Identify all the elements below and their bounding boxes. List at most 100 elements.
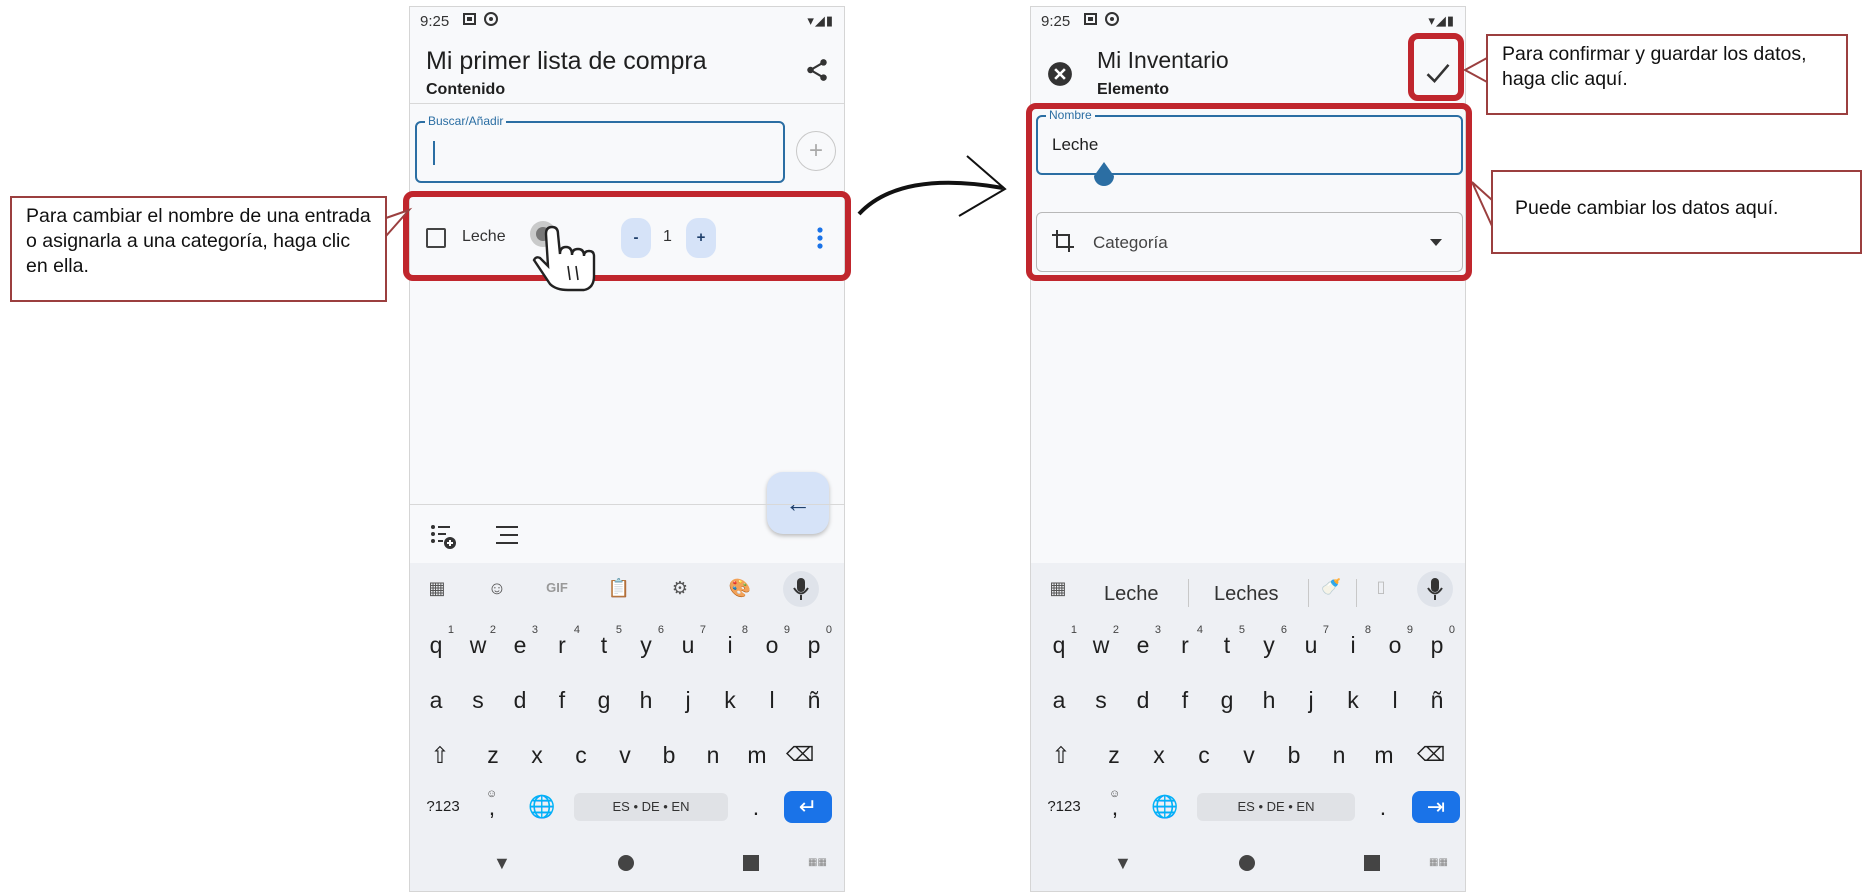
backspace-key[interactable]: ⌫ bbox=[1411, 733, 1451, 777]
symbols-key[interactable]: ?123 bbox=[1039, 785, 1089, 829]
letter-key-b[interactable]: b bbox=[649, 733, 689, 777]
letter-key-v[interactable]: v bbox=[1229, 733, 1269, 777]
letter-key-u[interactable]: u7 bbox=[1291, 623, 1331, 667]
letter-key-f[interactable]: f bbox=[542, 678, 582, 722]
letter-key-k[interactable]: k bbox=[1333, 678, 1373, 722]
letter-key-y[interactable]: y6 bbox=[1249, 623, 1289, 667]
nav-recents-icon[interactable] bbox=[743, 855, 759, 871]
letter-key-j[interactable]: j bbox=[1291, 678, 1331, 722]
close-icon[interactable] bbox=[1047, 61, 1073, 87]
next-field-key[interactable]: ⇥ bbox=[1412, 791, 1460, 823]
letter-key-l[interactable]: l bbox=[1375, 678, 1415, 722]
letter-key-l[interactable]: l bbox=[752, 678, 792, 722]
letter-key-n[interactable]: n bbox=[1319, 733, 1359, 777]
letter-key-b[interactable]: b bbox=[1274, 733, 1314, 777]
letter-key-r[interactable]: r4 bbox=[542, 623, 582, 667]
clipboard-icon[interactable]: 📋 bbox=[602, 571, 636, 605]
letter-key-o[interactable]: o9 bbox=[1375, 623, 1415, 667]
letter-key-p[interactable]: p0 bbox=[1417, 623, 1457, 667]
nav-recents-icon[interactable] bbox=[1364, 855, 1380, 871]
letter-key-g[interactable]: g bbox=[584, 678, 624, 722]
letter-key-d[interactable]: d bbox=[500, 678, 540, 722]
letter-key-c[interactable]: c bbox=[1184, 733, 1224, 777]
letter-key-j[interactable]: j bbox=[668, 678, 708, 722]
page-subtitle: Contenido bbox=[426, 81, 506, 98]
shift-key[interactable]: ⇧ bbox=[420, 733, 460, 777]
nav-back-icon[interactable]: ▼ bbox=[1114, 853, 1132, 874]
nav-home-icon[interactable] bbox=[618, 855, 634, 871]
mic-button[interactable] bbox=[783, 571, 819, 607]
letter-key-i[interactable]: i8 bbox=[1333, 623, 1373, 667]
suggestion-2[interactable]: Leches bbox=[1214, 583, 1279, 606]
add-list-icon[interactable] bbox=[430, 522, 458, 550]
letter-key-f[interactable]: f bbox=[1165, 678, 1205, 722]
shift-key[interactable]: ⇧ bbox=[1041, 733, 1081, 777]
letter-key-m[interactable]: m bbox=[1364, 733, 1404, 777]
letter-key-t[interactable]: t5 bbox=[1207, 623, 1247, 667]
backspace-key[interactable]: ⌫ bbox=[780, 733, 820, 777]
letter-key-e[interactable]: e3 bbox=[1123, 623, 1163, 667]
mic-button[interactable] bbox=[1417, 571, 1453, 607]
letter-key-h[interactable]: h bbox=[1249, 678, 1289, 722]
letter-key-k[interactable]: k bbox=[710, 678, 750, 722]
suggestion-1[interactable]: Leche bbox=[1104, 583, 1159, 606]
sticker-icon[interactable]: ☺ bbox=[480, 571, 514, 605]
letter-key-z[interactable]: z bbox=[1094, 733, 1134, 777]
letter-key-u[interactable]: u7 bbox=[668, 623, 708, 667]
space-bar[interactable]: ES • DE • EN bbox=[574, 793, 728, 821]
globe-icon[interactable]: 🌐 bbox=[522, 785, 562, 829]
letter-key-i[interactable]: i8 bbox=[710, 623, 750, 667]
symbols-key[interactable]: ?123 bbox=[418, 785, 468, 829]
letter-key-m[interactable]: m bbox=[737, 733, 777, 777]
letter-key-w[interactable]: w2 bbox=[1081, 623, 1121, 667]
letter-key-q[interactable]: q1 bbox=[416, 623, 456, 667]
gif-button[interactable]: GIF bbox=[540, 571, 574, 605]
globe-icon[interactable]: 🌐 bbox=[1145, 785, 1185, 829]
add-button[interactable]: + bbox=[796, 131, 836, 171]
sort-icon[interactable] bbox=[494, 524, 520, 546]
emoji-suggestion-icon[interactable]: 🍼 bbox=[1314, 571, 1348, 605]
letter-key-e[interactable]: e3 bbox=[500, 623, 540, 667]
letter-key-s[interactable]: s bbox=[458, 678, 498, 722]
letter-key-g[interactable]: g bbox=[1207, 678, 1247, 722]
letter-key-t[interactable]: t5 bbox=[584, 623, 624, 667]
enter-key[interactable]: ↵ bbox=[784, 791, 832, 823]
period-key[interactable]: . bbox=[1363, 785, 1403, 829]
letter-key-x[interactable]: x bbox=[1139, 733, 1179, 777]
nav-home-icon[interactable] bbox=[1239, 855, 1255, 871]
nav-back-icon[interactable]: ▼ bbox=[493, 853, 511, 874]
back-fab[interactable]: ← bbox=[767, 472, 829, 534]
period-key[interactable]: . bbox=[736, 785, 776, 829]
keyboard-hide-icon[interactable]: ▦▦ bbox=[808, 857, 827, 868]
letter-key-o[interactable]: o9 bbox=[752, 623, 792, 667]
status-bar: 9:25 ▾◢▮ bbox=[410, 7, 844, 37]
letter-key-q[interactable]: q1 bbox=[1039, 623, 1079, 667]
search-input[interactable]: Buscar/Añadir bbox=[415, 114, 785, 183]
keyboard-hide-icon[interactable]: ▦▦ bbox=[1429, 857, 1448, 868]
comma-key[interactable]: ☺, bbox=[1095, 785, 1135, 829]
apps-icon[interactable]: ▦ bbox=[1041, 571, 1075, 605]
letter-key-s[interactable]: s bbox=[1081, 678, 1121, 722]
letter-key-y[interactable]: y6 bbox=[626, 623, 666, 667]
emoji-suggestion-icon[interactable]: ▯ bbox=[1364, 571, 1398, 605]
palette-icon[interactable]: 🎨 bbox=[723, 571, 757, 605]
letter-key-a[interactable]: a bbox=[1039, 678, 1079, 722]
letter-key-z[interactable]: z bbox=[473, 733, 513, 777]
letter-key-ñ[interactable]: ñ bbox=[794, 678, 834, 722]
letter-key-p[interactable]: p0 bbox=[794, 623, 834, 667]
letter-key-v[interactable]: v bbox=[605, 733, 645, 777]
space-bar[interactable]: ES • DE • EN bbox=[1197, 793, 1355, 821]
comma-key[interactable]: ☺, bbox=[472, 785, 512, 829]
letter-key-x[interactable]: x bbox=[517, 733, 557, 777]
letter-key-c[interactable]: c bbox=[561, 733, 601, 777]
letter-key-r[interactable]: r4 bbox=[1165, 623, 1205, 667]
share-icon[interactable] bbox=[804, 57, 830, 83]
letter-key-w[interactable]: w2 bbox=[458, 623, 498, 667]
letter-key-ñ[interactable]: ñ bbox=[1417, 678, 1457, 722]
letter-key-d[interactable]: d bbox=[1123, 678, 1163, 722]
settings-icon[interactable]: ⚙ bbox=[663, 571, 697, 605]
letter-key-n[interactable]: n bbox=[693, 733, 733, 777]
letter-key-a[interactable]: a bbox=[416, 678, 456, 722]
apps-icon[interactable]: ▦ bbox=[420, 571, 454, 605]
letter-key-h[interactable]: h bbox=[626, 678, 666, 722]
